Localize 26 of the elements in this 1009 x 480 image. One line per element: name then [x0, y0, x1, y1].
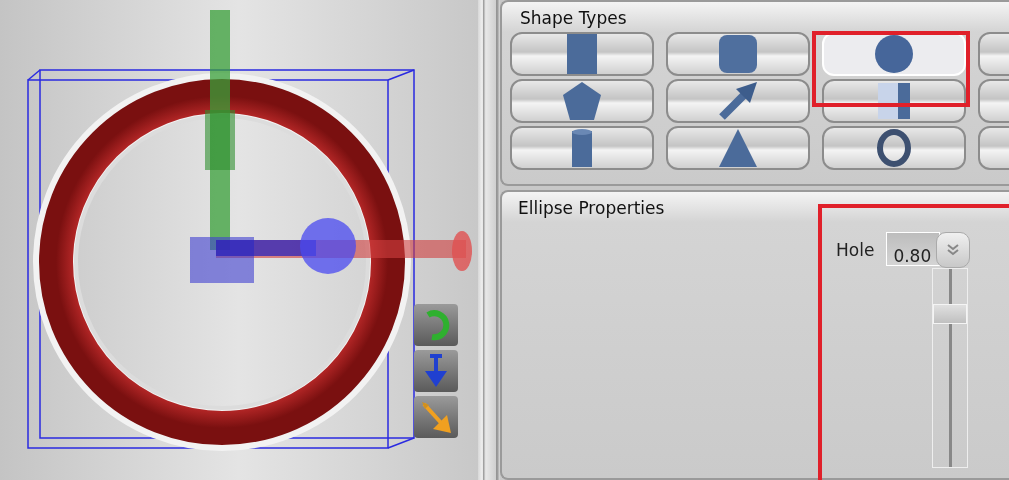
shape-button[interactable] — [666, 126, 810, 170]
double-chevron-icon[interactable] — [936, 232, 971, 268]
field-label: Hole — [836, 240, 875, 260]
torus-icon — [876, 128, 912, 168]
cone-icon — [718, 128, 758, 168]
group-title: Ellipse Properties — [518, 198, 666, 218]
shape-button[interactable] — [822, 126, 966, 170]
rounded-cube-icon — [718, 34, 758, 74]
cube-icon — [566, 34, 598, 74]
sphere-icon — [874, 34, 914, 74]
arrow-icon — [718, 81, 758, 121]
rotate-arc-icon[interactable] — [414, 304, 458, 346]
shape-button[interactable] — [822, 79, 966, 123]
shape-button[interactable] — [666, 32, 810, 76]
slider-thumb[interactable] — [933, 304, 968, 325]
move-gizmo-drawing[interactable] — [190, 10, 472, 283]
shape-button[interactable] — [510, 79, 654, 123]
hole-value-field[interactable]: 0.80 — [886, 232, 941, 266]
hole-slider[interactable] — [932, 268, 969, 468]
group-title: Shape Types — [520, 8, 628, 28]
shape-button[interactable] — [510, 126, 654, 170]
pentagon-icon — [562, 81, 602, 121]
shape-button[interactable] — [666, 79, 810, 123]
shape-button[interactable] — [510, 32, 654, 76]
cylinder-icon — [571, 128, 593, 168]
box-icon — [876, 81, 912, 121]
